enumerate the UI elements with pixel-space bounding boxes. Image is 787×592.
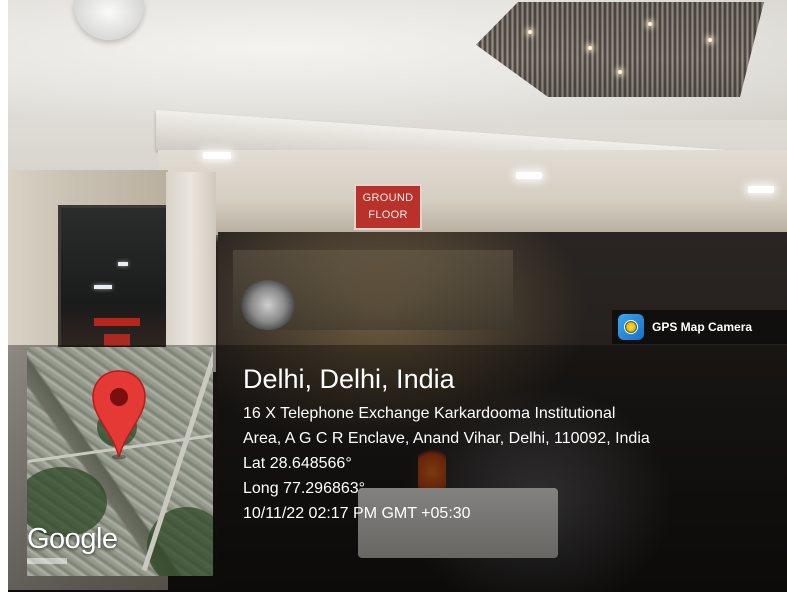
downlight	[203, 152, 231, 159]
downlight	[748, 186, 774, 193]
google-logo: Google	[27, 523, 118, 555]
chandelier-sparkle	[708, 38, 712, 42]
address-line-2: Area, A G C R Enclave, Anand Vihar, Delh…	[243, 430, 650, 447]
latitude: Lat 28.648566°	[243, 455, 352, 472]
chandelier-sparkle	[618, 70, 622, 74]
map-attribution	[27, 558, 67, 564]
gps-map-camera-icon	[618, 314, 644, 340]
timestamp: 10/11/22 02:17 PM GMT +05:30	[243, 505, 471, 522]
map-pin-icon	[92, 370, 146, 460]
floor-sign-line1: GROUND	[362, 192, 414, 204]
downlight	[516, 172, 542, 179]
soffit-wall	[158, 150, 787, 235]
chandelier-sparkle	[528, 30, 532, 34]
floor-sign-line2: FLOOR	[368, 209, 408, 221]
longitude: Long 77.296863°	[243, 480, 366, 497]
chandelier-sparkle	[648, 22, 652, 26]
place-title: Delhi, Delhi, India	[243, 364, 455, 394]
app-name: GPS Map Camera	[652, 320, 753, 334]
map-thumbnail: Google	[27, 347, 213, 576]
pillar	[166, 172, 216, 372]
door-reflection-light	[118, 262, 128, 266]
location-info: Delhi, Delhi, India 16 X Telephone Excha…	[243, 362, 650, 526]
chandelier-sparkle	[588, 46, 592, 50]
wall-fan	[240, 280, 296, 330]
address-line-1: 16 X Telephone Exchange Karkardooma Inst…	[243, 405, 616, 422]
door-sign	[94, 318, 140, 326]
ground-floor-sign: GROUND FLOOR	[354, 184, 422, 230]
app-badge: GPS Map Camera	[612, 310, 787, 344]
door-reflection-light	[94, 285, 112, 289]
camera-lens	[624, 320, 638, 334]
map-vegetation	[147, 507, 213, 576]
